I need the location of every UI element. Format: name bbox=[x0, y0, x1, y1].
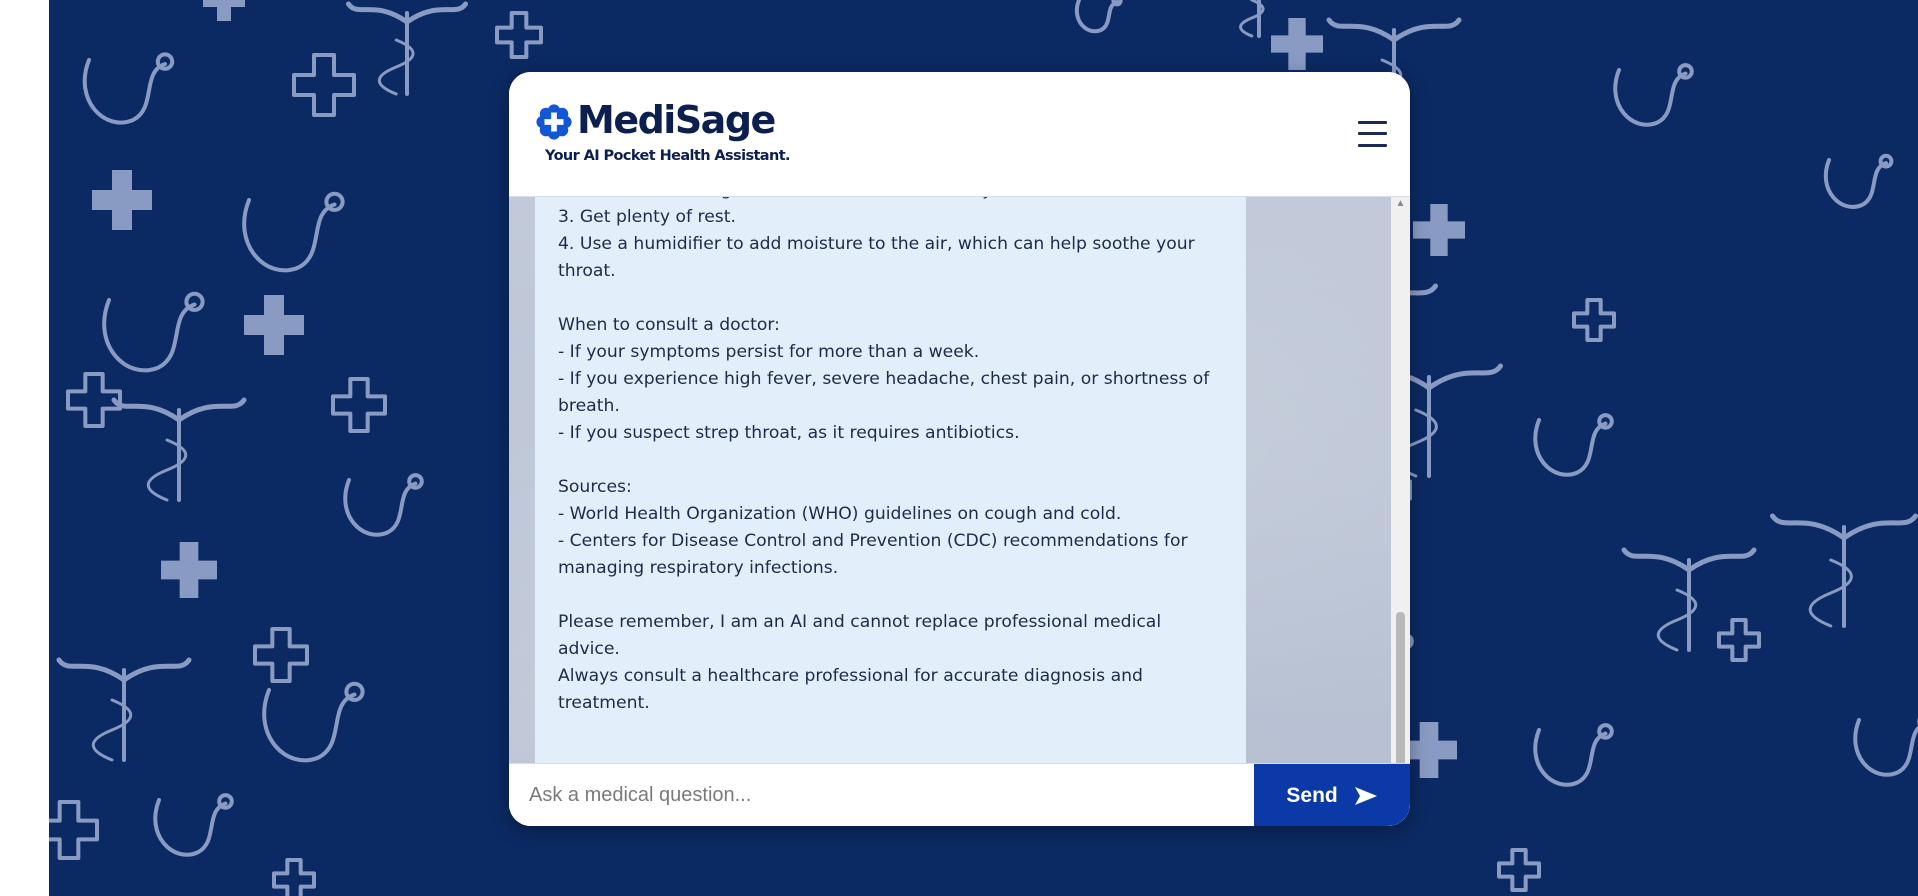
send-button[interactable]: Send bbox=[1254, 764, 1410, 826]
medical-cross-icon bbox=[1271, 18, 1324, 71]
message-line: When to consult a doctor: bbox=[558, 315, 780, 335]
message-line bbox=[558, 582, 1223, 609]
message-line: throat. bbox=[558, 261, 616, 281]
brand-name: MediSage bbox=[577, 98, 776, 142]
message-line: breath. bbox=[558, 396, 620, 416]
message-line: - Centers for Disease Control and Preven… bbox=[558, 531, 1188, 551]
stethoscope-icon bbox=[242, 198, 337, 273]
stethoscope-icon bbox=[262, 688, 357, 763]
stethoscope-icon bbox=[1533, 728, 1608, 787]
message-line: Always consult a healthcare professional… bbox=[558, 666, 1143, 686]
message-line bbox=[558, 285, 1223, 312]
assistant-message-bubble: 2. Use throat lozenges or hard candies t… bbox=[535, 197, 1246, 782]
chat-scrollbar[interactable]: ▲ ▼ bbox=[1391, 196, 1410, 826]
message-line: 2. Use throat lozenges or hard candies t… bbox=[558, 197, 1223, 204]
medical-cross-icon bbox=[1717, 618, 1761, 662]
message-line: - If you suspect strep throat, as it req… bbox=[558, 423, 1020, 443]
chat-window: MediSage Your AI Pocket Health Assistant… bbox=[509, 72, 1410, 826]
message-line: - World Health Organization (WHO) guidel… bbox=[558, 504, 1122, 524]
stethoscope-icon bbox=[102, 298, 197, 373]
scroll-up-arrow-icon[interactable]: ▲ bbox=[1391, 196, 1410, 212]
chat-messages-area[interactable]: 2. Use throat lozenges or hard candies t… bbox=[509, 197, 1391, 826]
medical-cross-icon bbox=[1572, 298, 1616, 342]
medical-cross-icon bbox=[253, 627, 309, 683]
medical-cross-icon bbox=[272, 858, 316, 896]
message-line bbox=[558, 447, 1223, 474]
message-line: - If your symptoms persist for more than… bbox=[558, 342, 980, 362]
medical-cross-icon bbox=[292, 53, 356, 117]
brand-tagline: Your AI Pocket Health Assistant. bbox=[545, 148, 791, 164]
medical-cross-icon bbox=[92, 170, 152, 230]
stethoscope-icon bbox=[1823, 158, 1888, 209]
stethoscope-icon bbox=[1853, 718, 1918, 777]
send-button-label: Send bbox=[1286, 783, 1338, 807]
medical-cross-logo-icon bbox=[536, 104, 572, 140]
stethoscope-icon bbox=[343, 478, 418, 537]
message-line: managing respiratory infections. bbox=[558, 558, 839, 578]
medical-cross-icon bbox=[1497, 848, 1541, 892]
stethoscope-icon bbox=[82, 58, 167, 125]
medical-cross-icon bbox=[49, 800, 99, 860]
paper-plane-arrow-icon bbox=[1354, 786, 1377, 805]
medical-cross-icon bbox=[244, 295, 304, 355]
medical-cross-icon bbox=[203, 0, 245, 21]
message-line: Please remember, I am an AI and cannot r… bbox=[558, 612, 1162, 659]
message-line: treatment. bbox=[558, 693, 650, 713]
question-input[interactable] bbox=[509, 764, 1254, 826]
message-composer: Send bbox=[509, 763, 1410, 826]
stethoscope-icon bbox=[1533, 418, 1608, 477]
stethoscope-icon bbox=[1613, 68, 1688, 127]
medical-cross-icon bbox=[495, 11, 543, 59]
hamburger-menu-icon[interactable] bbox=[1358, 119, 1387, 149]
stethoscope-icon bbox=[153, 798, 228, 857]
medical-cross-icon bbox=[331, 377, 387, 433]
stethoscope-icon bbox=[1075, 0, 1119, 34]
message-line: - If you experience high fever, severe h… bbox=[558, 369, 1210, 389]
message-line: 3. Get plenty of rest. bbox=[558, 207, 736, 227]
medical-cross-icon bbox=[161, 542, 218, 599]
medical-cross-icon bbox=[1413, 204, 1466, 256]
message-line: 4. Use a humidifier to add moisture to t… bbox=[558, 234, 1195, 254]
chat-header: MediSage Your AI Pocket Health Assistant… bbox=[509, 72, 1410, 197]
message-line: Sources: bbox=[558, 477, 632, 497]
